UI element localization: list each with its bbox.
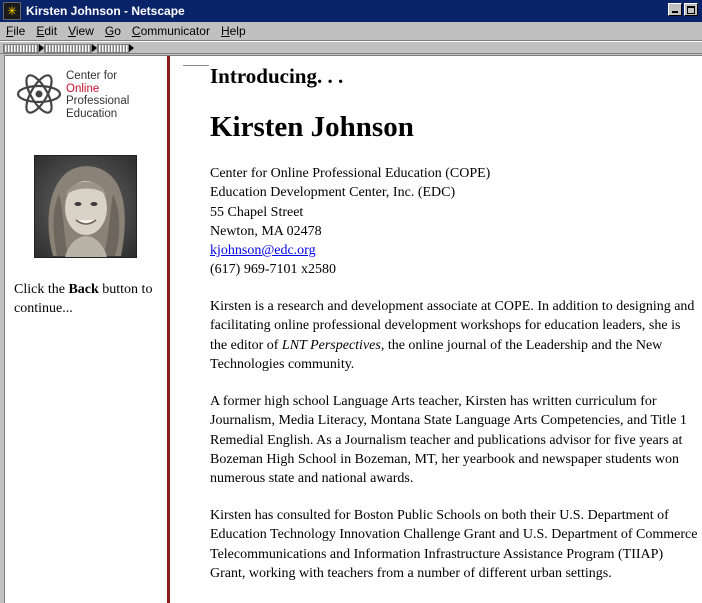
- contact-address: Center for Online Professional Education…: [210, 164, 490, 280]
- minimize-button[interactable]: [668, 3, 682, 16]
- menu-go[interactable]: Go: [99, 24, 126, 38]
- main-content: Introducing. . . Kirsten Johnson Center …: [183, 56, 698, 603]
- menu-view[interactable]: View: [62, 24, 99, 38]
- atom-logo-icon: [16, 74, 62, 114]
- back-instruction: Click the Back button to continue...: [14, 282, 153, 316]
- menu-communicator[interactable]: Communicator: [126, 24, 215, 38]
- phone-number: (617) 969-7101 x2580: [210, 262, 336, 278]
- toolbar-grip-location[interactable]: [44, 44, 97, 53]
- menu-help[interactable]: Help: [215, 24, 251, 38]
- bio-paragraph-3: Kirsten has consulted for Boston Public …: [210, 508, 698, 581]
- address-line: Education Development Center, Inc. (EDC): [210, 185, 456, 201]
- maximize-button[interactable]: [684, 3, 698, 16]
- intro-heading: Introducing. . .: [210, 64, 344, 88]
- collapsed-toolbars: [0, 41, 702, 54]
- address-line: Center for Online Professional Education…: [210, 166, 491, 181]
- email-link[interactable]: kjohnson@edc.org: [210, 243, 316, 258]
- window-title: Kirsten Johnson - Netscape: [26, 4, 185, 18]
- address-line: Newton, MA 02478: [210, 223, 322, 239]
- bio-paragraph-1: Kirsten is a research and development as…: [210, 299, 695, 372]
- profile-photo: [34, 155, 137, 258]
- vertical-divider: [167, 56, 170, 603]
- page-title: Kirsten Johnson: [210, 111, 414, 143]
- window-controls: [668, 3, 698, 16]
- window-titlebar[interactable]: ✳ Kirsten Johnson - Netscape: [0, 0, 702, 22]
- toolbar-grip-navigation[interactable]: [3, 44, 44, 53]
- logo-wordmark: Center for Online Professional Education: [66, 70, 130, 120]
- portrait-image: [35, 156, 136, 257]
- menu-bar: File Edit View Go Communicator Help: [0, 22, 702, 41]
- netscape-icon: ✳: [3, 2, 21, 20]
- menu-edit[interactable]: Edit: [30, 24, 62, 38]
- toolbar-grip-personal[interactable]: [97, 44, 134, 53]
- address-line: 55 Chapel Street: [210, 204, 304, 220]
- cope-logo: Center for Online Professional Education: [15, 68, 165, 124]
- menu-file[interactable]: File: [0, 24, 30, 38]
- bio-paragraph-2: A former high school Language Arts teach…: [210, 394, 687, 487]
- horizontal-rule: [183, 65, 209, 66]
- page-content[interactable]: Center for Online Professional Education: [4, 55, 702, 603]
- sidebar: Center for Online Professional Education: [5, 56, 167, 603]
